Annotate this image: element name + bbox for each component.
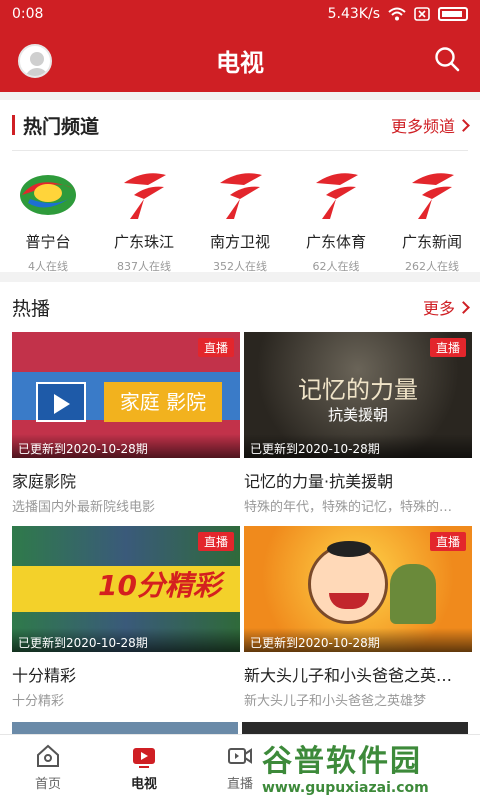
gdtv-logo-icon bbox=[412, 173, 454, 219]
puning-logo-icon bbox=[20, 175, 76, 215]
channel-name: 广东珠江 bbox=[113, 233, 174, 251]
live-badge: 直播 bbox=[197, 338, 234, 357]
update-label: 已更新到2020-10-28期 bbox=[12, 434, 240, 458]
more-shows-label: 更多 bbox=[422, 299, 455, 318]
update-label: 已更新到2020-10-28期 bbox=[244, 628, 472, 652]
channel-name: 广东体育 bbox=[305, 233, 366, 251]
chevron-right-icon bbox=[457, 118, 470, 132]
channel-online-count: 837人在线 bbox=[117, 260, 171, 273]
section-title: 热门频道 bbox=[23, 115, 100, 138]
live-badge: 直播 bbox=[429, 532, 466, 551]
sim-icon bbox=[414, 7, 430, 21]
update-label: 已更新到2020-10-28期 bbox=[244, 434, 472, 458]
channel-online-count: 62人在线 bbox=[312, 260, 360, 273]
video-icon bbox=[228, 748, 252, 764]
channel-name: 普宁台 bbox=[25, 233, 71, 251]
top-header: 电视 bbox=[0, 28, 480, 92]
battery-icon bbox=[438, 7, 468, 21]
show-card[interactable]: 记忆的力量 抗美援朝 直播 已更新到2020-10-28期 记忆的力量·抗美援朝… bbox=[244, 332, 472, 526]
thumb-caption: 记忆的力量 bbox=[298, 376, 418, 404]
thumb-subcaption: 抗美援朝 bbox=[327, 406, 388, 424]
show-title: 家庭影院 bbox=[12, 472, 77, 491]
show-description: 十分精彩 bbox=[12, 694, 65, 709]
watermark-title: 谷普软件园 bbox=[262, 744, 422, 779]
channel-item-zhujiang[interactable]: 广东珠江 837人在线 bbox=[99, 169, 189, 274]
thumb-caption: 10分精彩 bbox=[98, 569, 221, 602]
channel-name: 南方卫视 bbox=[209, 233, 270, 251]
show-title: 新大头儿子和小头爸爸之英… bbox=[244, 666, 453, 685]
gdtv-logo-icon bbox=[220, 173, 262, 219]
channel-online-count: 4人在线 bbox=[28, 260, 68, 273]
channel-item-nanfang[interactable]: 南方卫视 352人在线 bbox=[195, 169, 285, 274]
cartoon-head-icon bbox=[308, 541, 388, 624]
show-description: 选播国内外最新院线电影 bbox=[12, 500, 156, 515]
cartoon-figure-icon bbox=[390, 564, 436, 624]
live-badge: 直播 bbox=[429, 338, 466, 357]
status-time: 0:08 bbox=[12, 6, 44, 22]
wifi-icon bbox=[388, 7, 406, 21]
status-bar: 0:08 5.43K/s bbox=[0, 0, 480, 28]
update-label: 已更新到2020-10-28期 bbox=[12, 628, 240, 652]
channel-item-puning[interactable]: 普宁台 4人在线 bbox=[3, 169, 93, 274]
gdtv-logo-icon bbox=[124, 173, 166, 219]
channel-item-sports[interactable]: 广东体育 62人在线 bbox=[291, 169, 381, 274]
hot-shows-section: 热播 更多 家庭 影院 直播 已更新到2020-10-28期 家庭影院 选播国内… bbox=[0, 282, 480, 734]
show-thumbnail: 直播 已更新到2020-10-28期 bbox=[244, 526, 472, 652]
channel-item-news[interactable]: 广东新闻 262人在线 bbox=[387, 169, 477, 274]
show-thumbnail: 10分精彩 直播 已更新到2020-10-28期 bbox=[12, 526, 240, 652]
more-shows-link[interactable]: 更多 bbox=[422, 295, 470, 319]
next-row-peek bbox=[12, 722, 468, 734]
tab-tv[interactable]: 电视 bbox=[96, 735, 192, 800]
show-description: 新大头儿子和小头爸爸之英雄梦 bbox=[244, 694, 427, 709]
show-title: 记忆的力量·抗美援朝 bbox=[244, 472, 394, 491]
page-title: 电视 bbox=[216, 48, 264, 77]
watermark-url: www.gupuxiazai.com bbox=[262, 780, 429, 796]
tab-label: 电视 bbox=[130, 777, 157, 792]
section-accent bbox=[12, 115, 15, 135]
show-card[interactable]: 10分精彩 直播 已更新到2020-10-28期 十分精彩 十分精彩 bbox=[12, 526, 240, 720]
more-channels-label: 更多频道 bbox=[390, 117, 455, 136]
show-card[interactable]: 家庭 影院 直播 已更新到2020-10-28期 家庭影院 选播国内外最新院线电… bbox=[12, 332, 240, 526]
tv-icon bbox=[133, 748, 155, 768]
thumb-caption: 家庭 影院 bbox=[104, 382, 222, 422]
tab-home[interactable]: 首页 bbox=[0, 735, 96, 800]
home-icon bbox=[37, 744, 59, 767]
section-title: 热播 bbox=[12, 297, 51, 320]
gdtv-logo-icon bbox=[316, 173, 358, 219]
tab-label: 首页 bbox=[34, 777, 61, 792]
channel-online-count: 352人在线 bbox=[213, 260, 267, 273]
live-badge: 直播 bbox=[197, 532, 234, 551]
watermark: 谷普软件园 www.gupuxiazai.com bbox=[262, 736, 472, 796]
network-speed: 5.43K/s bbox=[327, 6, 380, 22]
chevron-right-icon bbox=[457, 300, 470, 314]
more-channels-link[interactable]: 更多频道 bbox=[390, 113, 470, 137]
show-description: 特殊的年代，特殊的记忆，特殊的… bbox=[244, 500, 453, 515]
avatar[interactable] bbox=[18, 44, 52, 78]
show-thumbnail: 记忆的力量 抗美援朝 直播 已更新到2020-10-28期 bbox=[244, 332, 472, 458]
show-card[interactable]: 直播 已更新到2020-10-28期 新大头儿子和小头爸爸之英… 新大头儿子和小… bbox=[244, 526, 472, 720]
channel-online-count: 262人在线 bbox=[405, 260, 459, 273]
film-icon bbox=[36, 382, 86, 422]
show-thumbnail: 家庭 影院 直播 已更新到2020-10-28期 bbox=[12, 332, 240, 458]
hot-channels-section: 热门频道 更多频道 普宁台 4人在线 广东珠江 837人在线 南方卫视 352人… bbox=[0, 100, 480, 274]
search-icon[interactable] bbox=[434, 46, 460, 72]
tab-label: 直播 bbox=[226, 777, 253, 792]
channel-name: 广东新闻 bbox=[401, 233, 462, 251]
show-title: 十分精彩 bbox=[12, 666, 77, 685]
